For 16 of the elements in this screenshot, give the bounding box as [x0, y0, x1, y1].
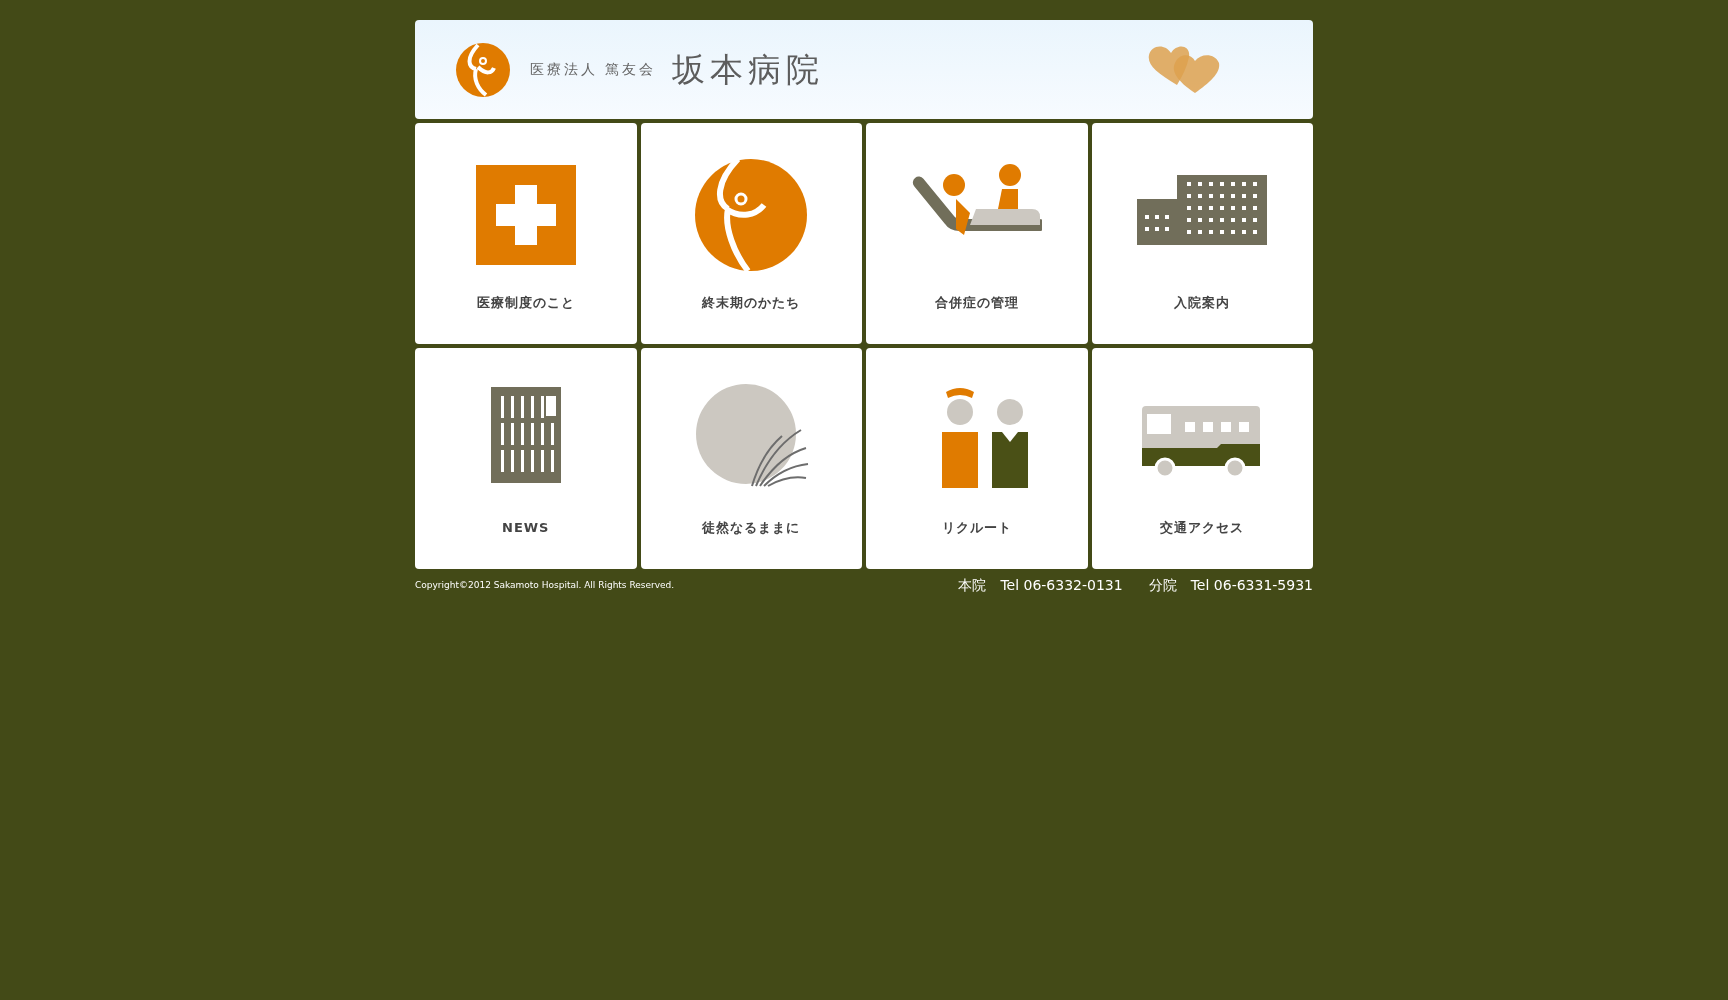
menu-tile[interactable]: 医療制度のこと — [415, 123, 637, 344]
menu-tile[interactable]: 交通アクセス — [1091, 348, 1313, 569]
phone-number: Tel 06-6332-0131 — [1000, 576, 1123, 595]
logo-icon — [456, 42, 510, 97]
menu-tile[interactable]: 徒然なるままに — [640, 348, 862, 569]
branch-label: 本院 — [958, 576, 987, 595]
menu-tile[interactable]: 終末期のかたち — [640, 123, 862, 344]
branch-label: 分院 — [1148, 576, 1177, 595]
organization-name: 医療法人 篤友会 — [530, 60, 657, 79]
menu-tile[interactable]: リクルート — [866, 348, 1088, 569]
copyright-text: Copyright©2012 Sakamoto Hospital. All Rights Reserved. — [415, 578, 675, 592]
phone-number: Tel 06-6331-5931 — [1190, 576, 1313, 595]
menu-tile[interactable]: 入院案内 — [1091, 123, 1313, 344]
menu-tile[interactable]: 合併症の管理 — [866, 123, 1088, 344]
hospital-name: 坂本病院 — [672, 48, 825, 91]
menu-tile[interactable]: NEWS — [415, 348, 637, 569]
